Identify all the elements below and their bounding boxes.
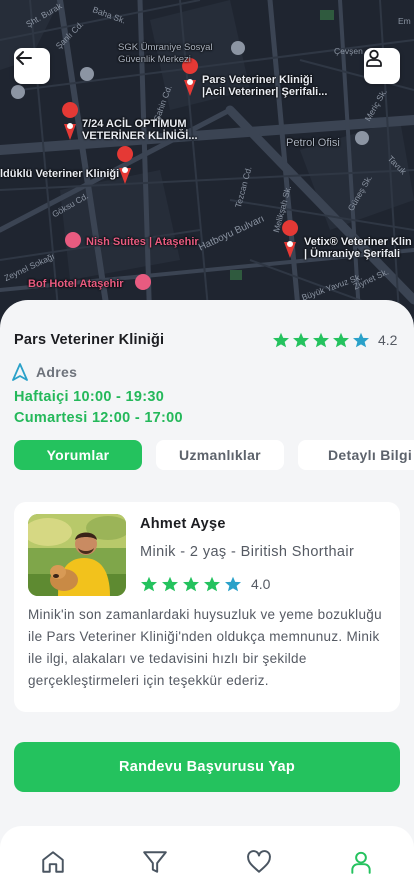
pet-info: Minik - 2 yaş - Biritish Shorthair xyxy=(140,544,355,560)
reviewer-photo xyxy=(28,514,126,596)
star-icon xyxy=(141,576,157,592)
street-label: Em xyxy=(398,16,411,26)
star-icon xyxy=(333,332,349,348)
address-label: Adres xyxy=(36,364,78,380)
user-icon xyxy=(351,851,371,874)
star-icon xyxy=(225,576,241,592)
review-text: Minik'in son zamanlardaki huysuzluk ve y… xyxy=(28,607,382,688)
nav-home[interactable] xyxy=(37,846,69,878)
hours-saturday: Cumartesi 12:00 - 17:00 xyxy=(14,410,183,426)
map-label-bof[interactable]: Bof Hotel Ataşehir xyxy=(28,278,124,290)
map-label-vetix[interactable]: Vetix® Veteriner Klin | Ümraniye Şerifal… xyxy=(304,236,412,260)
clinic-rating: 4.2 xyxy=(272,332,397,348)
app-screen: Pars Veteriner Kliniği |Acil Veteriner| … xyxy=(0,0,414,896)
nav-filter[interactable] xyxy=(139,846,171,878)
star-icon xyxy=(293,332,309,348)
star-icon xyxy=(183,576,199,592)
bottom-nav xyxy=(0,826,414,896)
nav-favorites[interactable] xyxy=(243,846,275,878)
tab-bar: Yorumlar Uzmanlıklar Detaylı Bilgi xyxy=(14,440,414,470)
star-icon xyxy=(273,332,289,348)
star-icon xyxy=(204,576,220,592)
star-icon xyxy=(162,576,178,592)
profile-button[interactable] xyxy=(364,48,400,84)
arrow-left-icon xyxy=(16,51,32,65)
nav-profile[interactable] xyxy=(345,846,377,878)
map-view[interactable]: Pars Veteriner Kliniği |Acil Veteriner| … xyxy=(0,0,414,330)
map-label-ulduklu[interactable]: ldüklü Veteriner Kliniği xyxy=(0,168,119,180)
map-label-nish[interactable]: Nish Suites | Ataşehir xyxy=(86,236,199,248)
tab-specialties[interactable]: Uzmanlıklar xyxy=(156,440,284,470)
address-link[interactable]: Adres xyxy=(12,363,77,381)
home-icon xyxy=(42,851,64,873)
hours-weekday: Haftaiçi 10:00 - 19:30 xyxy=(14,389,165,405)
tab-detailed-info[interactable]: Detaylı Bilgi xyxy=(298,440,414,470)
map-label-acil-optimum[interactable]: 7/24 ACİL OPTİMUM VETERİNER KLİNİĞİ... xyxy=(82,118,198,142)
tab-reviews[interactable]: Yorumlar xyxy=(14,440,142,470)
street-label: Çevşen xyxy=(334,46,363,56)
user-icon xyxy=(366,49,382,67)
clinic-rating-value: 4.2 xyxy=(378,332,398,348)
map-label-sgk[interactable]: SGK Ümraniye Sosyal Güvenlik Merkezi xyxy=(118,42,213,66)
map-label-pars[interactable]: Pars Veteriner Kliniği |Acil Veteriner| … xyxy=(202,74,327,98)
navigation-arrow-icon xyxy=(12,363,28,381)
star-icon xyxy=(313,332,329,348)
filter-icon xyxy=(143,851,167,873)
clinic-detail-sheet: Pars Veteriner Kliniği 4.2 Adres Haftaiç… xyxy=(0,300,414,896)
appointment-button[interactable]: Randevu Başvurusu Yap xyxy=(14,742,400,792)
review-rating-value: 4.0 xyxy=(251,576,271,592)
review-rating: 4.0 xyxy=(140,576,270,592)
heart-icon xyxy=(247,850,271,873)
review-card: Ahmet Ayşe Minik - 2 yaş - Biritish Shor… xyxy=(14,502,400,712)
map-label-petrol[interactable]: Petrol Ofisi xyxy=(286,137,340,149)
clinic-name: Pars Veteriner Kliniği xyxy=(14,332,165,348)
reviewer-name: Ahmet Ayşe xyxy=(140,516,226,532)
star-icon xyxy=(353,332,369,348)
back-button[interactable] xyxy=(14,48,50,84)
